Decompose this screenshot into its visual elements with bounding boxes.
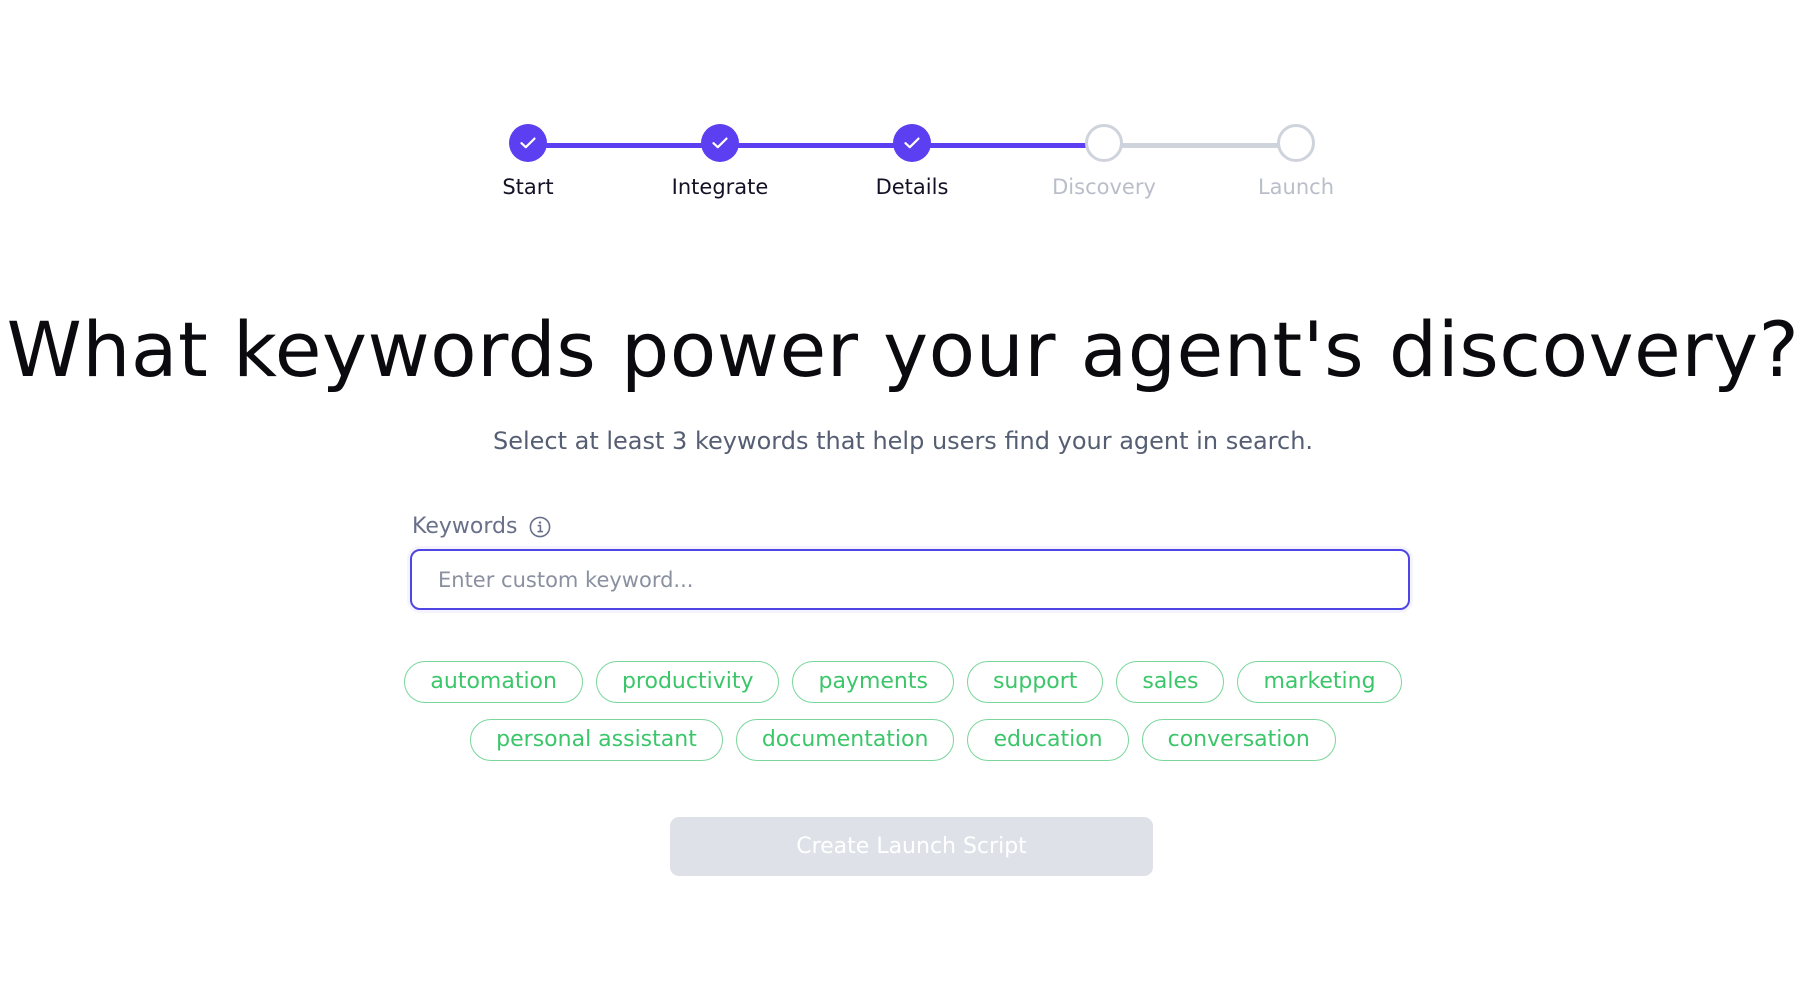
keywords-field-label: Keywords bbox=[412, 512, 551, 542]
progress-stepper: Start Integrate Details Discovery Launch bbox=[0, 0, 1806, 230]
keyword-chip-productivity[interactable]: productivity bbox=[595, 661, 780, 703]
keyword-chip-documentation[interactable]: documentation bbox=[735, 719, 955, 761]
step-label: Start bbox=[502, 175, 554, 199]
step-discovery: Discovery bbox=[1024, 124, 1184, 200]
create-launch-script-button[interactable]: Create Launch Script bbox=[670, 817, 1153, 876]
step-pending-marker bbox=[1277, 124, 1315, 162]
step-launch: Launch bbox=[1216, 124, 1376, 200]
step-label: Details bbox=[875, 175, 949, 199]
step-label: Integrate bbox=[671, 175, 769, 199]
keyword-chip-payments[interactable]: payments bbox=[792, 661, 954, 703]
step-complete-marker bbox=[509, 124, 547, 162]
keyword-chip-education[interactable]: education bbox=[967, 719, 1129, 761]
step-complete-marker bbox=[893, 124, 931, 162]
page-subtitle: Select at least 3 keywords that help use… bbox=[492, 427, 1314, 455]
keyword-chips-row: automation productivity payments support… bbox=[0, 661, 1806, 703]
step-complete-marker bbox=[701, 124, 739, 162]
page-title: What keywords power your agent's discove… bbox=[6, 305, 1800, 394]
keyword-chips-row: personal assistant documentation educati… bbox=[0, 719, 1806, 761]
info-icon[interactable] bbox=[529, 516, 551, 538]
step-integrate: Integrate bbox=[640, 124, 800, 200]
check-icon bbox=[520, 137, 536, 149]
keyword-chip-conversation[interactable]: conversation bbox=[1141, 719, 1336, 761]
keywords-label-text: Keywords bbox=[412, 514, 518, 539]
keyword-chip-automation[interactable]: automation bbox=[404, 661, 583, 703]
keyword-chip-personal-assistant[interactable]: personal assistant bbox=[470, 719, 723, 761]
keyword-chip-support[interactable]: support bbox=[966, 661, 1104, 703]
check-icon bbox=[904, 137, 920, 149]
step-pending-marker bbox=[1085, 124, 1123, 162]
keyword-input-container bbox=[410, 549, 1410, 610]
custom-keyword-input[interactable] bbox=[412, 551, 1408, 608]
step-label: Launch bbox=[1257, 175, 1335, 199]
step-start: Start bbox=[448, 124, 608, 200]
keyword-chip-sales[interactable]: sales bbox=[1116, 661, 1225, 703]
step-details: Details bbox=[832, 124, 992, 200]
step-label: Discovery bbox=[1052, 175, 1156, 199]
keyword-chip-marketing[interactable]: marketing bbox=[1237, 661, 1402, 703]
check-icon bbox=[712, 137, 728, 149]
